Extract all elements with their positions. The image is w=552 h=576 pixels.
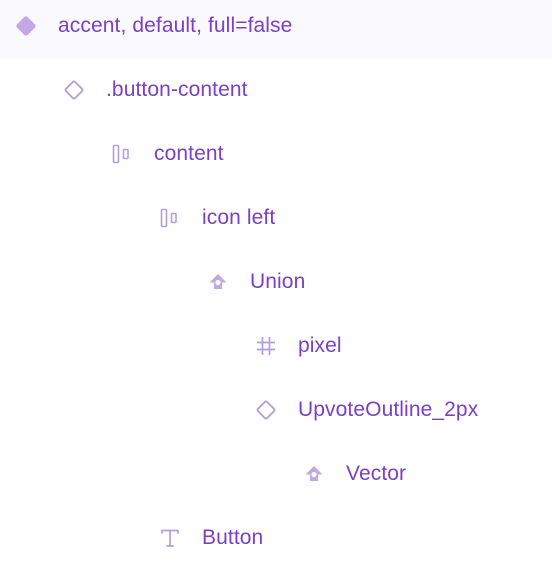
layer-label: Vector (346, 462, 407, 485)
layer-row-upvote-outline[interactable]: UpvoteOutline_2px (0, 378, 552, 442)
layer-label: .button-content (106, 78, 248, 101)
frame-icon (252, 332, 280, 360)
layer-label: icon left (202, 206, 276, 229)
layer-label: Union (250, 270, 306, 293)
text-icon (156, 524, 184, 552)
auto-layout-horizontal-icon (156, 204, 184, 232)
boolean-union-icon (300, 460, 328, 488)
layer-label: accent, default, full=false (58, 14, 293, 37)
layer-row-icon-left[interactable]: icon left (0, 186, 552, 250)
layer-row-content[interactable]: content (0, 122, 552, 186)
component-set-icon (12, 12, 40, 40)
layer-row-vector[interactable]: Vector (0, 442, 552, 506)
layer-row-button-text[interactable]: Button (0, 506, 552, 570)
layer-label: UpvoteOutline_2px (298, 398, 479, 421)
layer-row-pixel[interactable]: pixel (0, 314, 552, 378)
layers-panel: accent, default, full=false .button-cont… (0, 0, 552, 576)
layer-label: Button (202, 526, 264, 549)
layer-row-union[interactable]: Union (0, 250, 552, 314)
layer-label: pixel (298, 334, 342, 357)
layer-row-button-content[interactable]: .button-content (0, 58, 552, 122)
layer-label: content (154, 142, 224, 165)
instance-icon (60, 76, 88, 104)
instance-icon (252, 396, 280, 424)
auto-layout-horizontal-icon (108, 140, 136, 168)
layer-row-component-set[interactable]: accent, default, full=false (0, 0, 552, 58)
boolean-union-icon (204, 268, 232, 296)
